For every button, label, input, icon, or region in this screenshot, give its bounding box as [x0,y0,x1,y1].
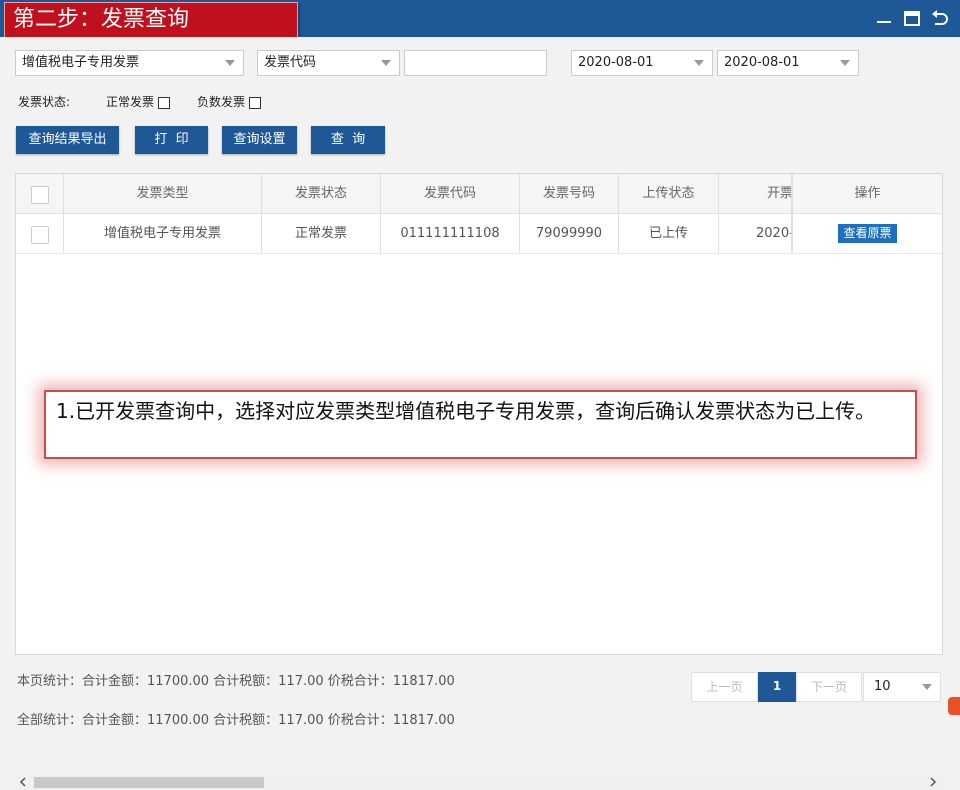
status-label: 发票状态: [18,95,71,109]
chevron-down-icon [922,684,932,690]
cell-invoice-status: 正常发票 [262,214,381,253]
column-header[interactable]: 发票类型 [64,174,262,213]
cell-invoice-number: 79099990 [520,214,619,253]
horizontal-scrollbar[interactable] [16,774,942,790]
minimize-icon[interactable] [874,8,894,28]
column-header[interactable]: 发票状态 [262,174,381,213]
select-all-cell [16,174,64,213]
negative-invoice-checkbox[interactable] [248,96,261,109]
cell-upload-status: 已上传 [619,214,719,253]
view-original-button[interactable]: 查看原票 [838,224,897,243]
window-controls [874,8,950,28]
column-header[interactable]: 上传状态 [619,174,719,213]
column-header[interactable]: 开票 [719,174,792,213]
cell-action: 查看原票 [792,214,942,253]
chevron-down-icon [840,60,850,66]
scrollbar-thumb[interactable] [34,777,264,788]
date-from-select[interactable]: 2020-08-01 [571,50,713,76]
table-row[interactable]: 增值税电子专用发票 正常发票 011111111108 79099990 已上传… [16,214,942,254]
cell-invoice-code: 011111111108 [381,214,520,253]
date-from-value: 2020-08-01 [578,55,654,70]
cell-issue-date: 2020- [719,214,792,253]
normal-invoice-label: 正常发票 [106,95,155,109]
cell-invoice-type: 增值税电子专用发票 [64,214,262,253]
chevron-left-icon[interactable] [18,777,28,787]
table-header: 发票类型 发票状态 发票代码 发票号码 上传状态 开票 操作 [16,174,942,214]
date-to-value: 2020-08-01 [724,55,800,70]
page-statistics: 本页统计：合计金额：11700.00 合计税额：117.00 价税合计：1181… [17,674,455,689]
chevron-down-icon [694,60,704,66]
page-size-select[interactable]: 10 [863,672,941,702]
select-all-checkbox[interactable] [31,186,49,204]
row-select-cell [16,214,64,253]
instruction-callout: 1.已开发票查询中，选择对应发票类型增值税电子专用发票，查询后确认发票状态为已上… [44,390,917,459]
all-statistics: 全部统计：合计金额：11700.00 合计税额：117.00 价税合计：1181… [17,713,455,728]
invoice-type-value: 增值税电子专用发票 [22,55,140,70]
field-value-input[interactable] [404,50,547,76]
next-page-button[interactable]: 下一页 [796,672,862,702]
chevron-down-icon [381,60,391,66]
field-select-value: 发票代码 [264,55,317,70]
back-icon[interactable] [930,8,950,28]
column-header: 操作 [792,174,942,213]
page-size-value: 10 [874,679,891,694]
export-button[interactable]: 查询结果导出 [16,126,119,154]
side-tab-icon[interactable] [948,697,960,715]
negative-invoice-label: 负数发票 [197,95,246,109]
chevron-down-icon [225,60,235,66]
field-select[interactable]: 发票代码 [257,50,400,76]
prev-page-button[interactable]: 上一页 [691,672,758,702]
main-content: 增值税电子专用发票 发票代码 2020-08-01 2020-08-01 发票状… [0,37,960,790]
step-title: 第二步：发票查询 [4,2,298,39]
query-button[interactable]: 查 询 [311,126,385,154]
negative-invoice-option[interactable]: 负数发票 [197,93,261,110]
normal-invoice-option[interactable]: 正常发票 [106,93,170,110]
row-checkbox[interactable] [31,226,49,244]
print-button[interactable]: 打 印 [135,126,208,154]
restore-icon[interactable] [902,8,922,28]
date-to-select[interactable]: 2020-08-01 [717,50,859,76]
column-header[interactable]: 发票号码 [520,174,619,213]
page-1-button[interactable]: 1 [758,672,796,702]
chevron-right-icon[interactable] [928,777,938,787]
normal-invoice-checkbox[interactable] [157,96,170,109]
column-header[interactable]: 发票代码 [381,174,520,213]
invoice-type-select[interactable]: 增值税电子专用发票 [15,50,244,76]
query-settings-button[interactable]: 查询设置 [222,126,297,154]
